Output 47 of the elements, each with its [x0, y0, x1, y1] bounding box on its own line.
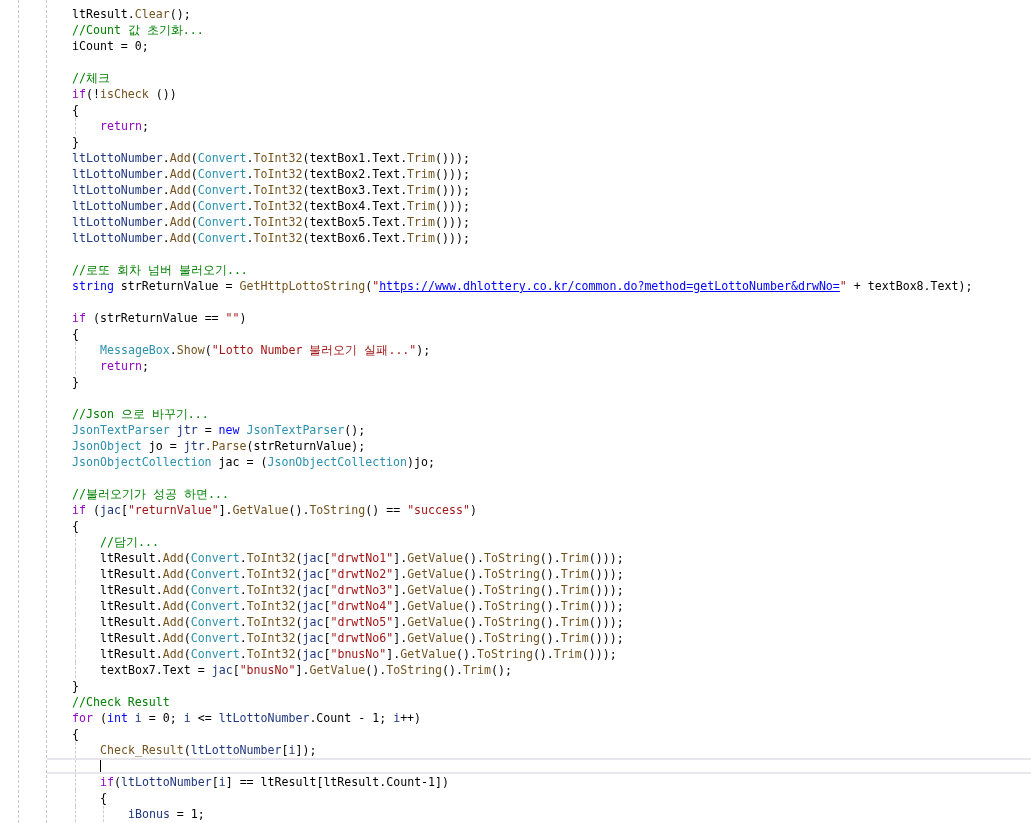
- code-line: //불러오기가 성공 하면...: [72, 486, 229, 502]
- code-line: ltResult.Clear();: [72, 6, 191, 22]
- code-line: for (int i = 0; i <= ltLottoNumber.Count - 1; i++): [72, 710, 422, 726]
- code-line: JsonObjectCollection jac = (JsonObjectCollection)jo;: [72, 454, 435, 470]
- code-line: textBox7.Text = jac["bnusNo"].GetValue().ToString().Trim();: [100, 662, 512, 678]
- code-line: ltResult.Add(Convert.ToInt32(jac["drwtNo5"].GetValue().ToString().Trim()));: [100, 614, 624, 630]
- code-line: if(!isCheck ()): [72, 86, 177, 102]
- code-line: iBonus = 1;: [128, 806, 205, 822]
- code-line: JsonObject jo = jtr.Parse(strReturnValue);: [72, 438, 366, 454]
- code-line: {: [72, 326, 79, 342]
- code-line: ltLottoNumber.Add(Convert.ToInt32(textBox3.Text.Trim()));: [72, 182, 470, 198]
- code-line: ltResult.Add(Convert.ToInt32(jac["drwtNo4"].GetValue().ToString().Trim()));: [100, 598, 624, 614]
- code-line: ltLottoNumber.Add(Convert.ToInt32(textBox1.Text.Trim()));: [72, 150, 470, 166]
- code-line: ltLottoNumber.Add(Convert.ToInt32(textBox5.Text.Trim()));: [72, 214, 470, 230]
- code-line: //Check Result: [72, 694, 170, 710]
- code-line: //체크: [72, 70, 110, 86]
- code-line: {: [72, 726, 79, 742]
- code-line: {: [72, 518, 79, 534]
- code-line: //로또 회차 넘버 불러오기...: [72, 262, 248, 278]
- code-line: {: [100, 790, 107, 806]
- code-line: //Count 값 초기화...: [72, 22, 204, 38]
- code-line: JsonTextParser jtr = new JsonTextParser();: [72, 422, 366, 438]
- code-line: if (strReturnValue == ""): [72, 310, 247, 326]
- code-line: Check_Result(ltLottoNumber[i]);: [100, 742, 317, 758]
- code-line: return;: [100, 118, 149, 134]
- code-line: //담기...: [100, 534, 159, 550]
- code-line: ltLottoNumber.Add(Convert.ToInt32(textBox2.Text.Trim()));: [72, 166, 470, 182]
- code-line: ltResult.Add(Convert.ToInt32(jac["drwtNo3"].GetValue().ToString().Trim()));: [100, 582, 624, 598]
- code-line: iCount = 0;: [72, 38, 149, 54]
- code-line: ltResult.Add(Convert.ToInt32(jac["drwtNo1"].GetValue().ToString().Trim()));: [100, 550, 624, 566]
- code-line: ltResult.Add(Convert.ToInt32(jac["bnusNo"].GetValue().ToString().Trim()));: [100, 646, 617, 662]
- code-line: if (jac["returnValue"].GetValue().ToString() == "success"): [72, 502, 477, 518]
- code-line: {: [72, 102, 79, 118]
- code-line: }: [72, 134, 79, 150]
- code-line: ltResult.Add(Convert.ToInt32(jac["drwtNo2"].GetValue().ToString().Trim()));: [100, 566, 624, 582]
- code-line: }: [72, 374, 79, 390]
- text-cursor: [100, 760, 101, 772]
- code-line: ltLottoNumber.Add(Convert.ToInt32(textBox4.Text.Trim()));: [72, 198, 470, 214]
- code-link[interactable]: https://www.dhlottery.co.kr/common.do?method=getLottoNumber&drwNo=: [379, 279, 840, 293]
- code-line: ltLottoNumber.Add(Convert.ToInt32(textBox6.Text.Trim()));: [72, 230, 470, 246]
- code-line: if(ltLottoNumber[i] == ltResult[ltResult.Count-1]): [100, 774, 450, 790]
- code-line: MessageBox.Show("Lotto Number 불러오기 실패...");: [100, 342, 431, 358]
- code-line: }: [72, 678, 79, 694]
- code-line: ltResult.Add(Convert.ToInt32(jac["drwtNo6"].GetValue().ToString().Trim()));: [100, 630, 624, 646]
- code-line: string strReturnValue = GetHttpLottoString("https://www.dhlottery.co.kr/common.do?method=getLottoNumber&drwNo=" + textBox8.Text);: [72, 278, 973, 294]
- code-line: return;: [100, 358, 149, 374]
- code-line: //Json 으로 바꾸기...: [72, 406, 209, 422]
